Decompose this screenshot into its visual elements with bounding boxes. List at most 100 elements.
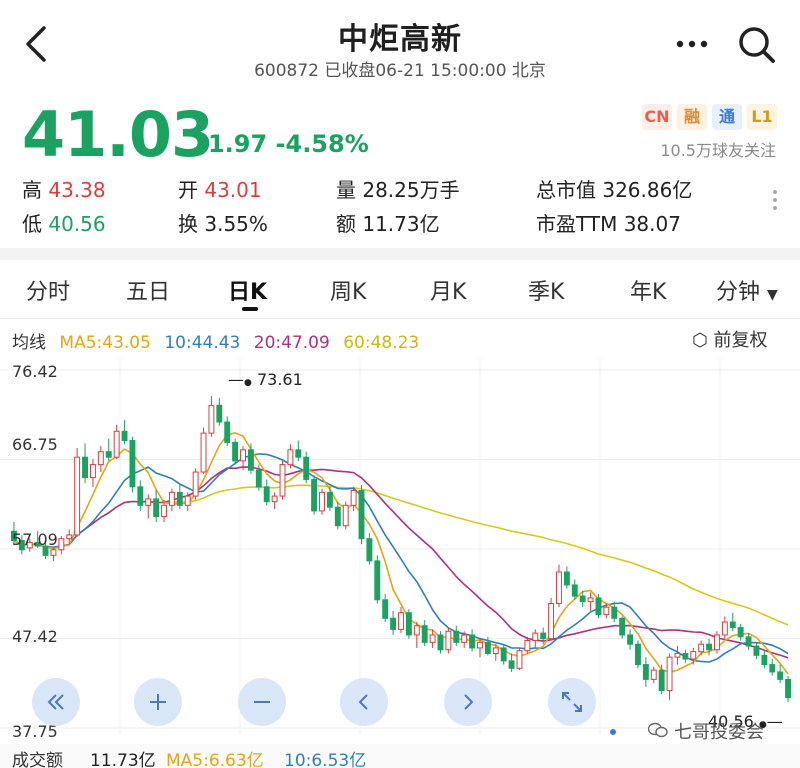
tab-minute[interactable]: 分钟 ▼ — [716, 274, 778, 306]
stat-low: 低 40.56 — [22, 208, 106, 237]
candle-body — [390, 617, 397, 630]
candle-body — [429, 634, 436, 643]
candle-body — [587, 597, 594, 603]
candle-body — [319, 491, 325, 512]
candle-body — [556, 571, 562, 604]
tab-yearly-k[interactable]: 年K — [630, 274, 666, 306]
tab-quarterly-k[interactable]: 季K — [528, 274, 564, 306]
candle-body — [737, 627, 744, 638]
last-price: 41.03 — [22, 98, 214, 171]
more-options-icon[interactable] — [670, 30, 714, 58]
active-tab-indicator — [242, 307, 258, 311]
volume-ma5: MA5:6.63亿 — [166, 751, 264, 768]
stat-low-label: 低 — [22, 212, 42, 236]
candle-body — [540, 632, 547, 640]
candle-body — [516, 650, 523, 669]
candle-body — [698, 643, 705, 653]
ma10-value: 10:44.43 — [164, 333, 241, 353]
candle-body — [105, 451, 112, 458]
price-change: -1.97 -4.58% — [198, 130, 369, 158]
candle-body — [500, 647, 507, 662]
zoom-in-button[interactable] — [134, 678, 182, 726]
candlestick-chart[interactable] — [0, 358, 800, 744]
tabs-separator — [0, 318, 800, 319]
candle-body — [74, 456, 81, 536]
tab-monthly-k[interactable]: 月K — [430, 274, 466, 306]
expand-stats-icon[interactable] — [770, 186, 780, 220]
top-bar: 中炬高新 600872 已收盘06-21 15:00:00 北京 — [0, 0, 800, 90]
plus-icon — [150, 694, 166, 710]
adjust-selector[interactable]: ⬡ 前复权 — [692, 326, 767, 352]
stat-high-label: 高 — [22, 178, 42, 202]
fullscreen-button[interactable] — [548, 678, 596, 726]
badge-margin[interactable]: 融 — [677, 104, 707, 130]
section-divider — [0, 248, 800, 260]
candle-body — [66, 534, 73, 540]
candle-body — [761, 654, 768, 666]
candle-body — [445, 630, 452, 651]
candle-body — [706, 643, 713, 651]
y-tick-4: 47.42 — [12, 627, 58, 646]
candle-body — [184, 495, 191, 506]
candle-body — [342, 504, 349, 527]
search-icon[interactable] — [734, 22, 778, 66]
stat-amount-value: 11.73亿 — [362, 212, 440, 236]
candle-body — [97, 451, 104, 466]
wechat-icon — [648, 722, 668, 738]
candle-body — [326, 491, 333, 508]
page-dot — [610, 729, 616, 735]
candle-body — [382, 599, 389, 619]
y-tick-2: 66.75 — [12, 435, 58, 454]
candle-body — [121, 430, 128, 442]
candle-body — [255, 469, 262, 488]
candle-body — [137, 486, 144, 506]
candle-body — [224, 421, 231, 443]
candle-body — [769, 664, 776, 673]
candle-body — [295, 449, 302, 458]
candle-body — [548, 602, 555, 640]
volume-value: 11.73亿 — [90, 751, 156, 768]
high-marker-label: —● 73.61 — [228, 370, 303, 389]
stat-open-label: 开 — [178, 178, 198, 202]
chevron-left-icon — [358, 694, 368, 710]
tab-intraday[interactable]: 分时 — [26, 274, 70, 306]
chart-grid — [0, 358, 800, 734]
candle-body — [113, 430, 120, 458]
badge-cn[interactable]: CN — [642, 104, 672, 130]
volume-ma10: 10:6.53亿 — [284, 751, 367, 768]
tab-daily-k[interactable]: 日K — [228, 274, 267, 306]
candle-body — [50, 549, 57, 556]
zoom-out-button[interactable] — [238, 678, 286, 726]
candle-body — [358, 490, 365, 540]
candle-body — [192, 471, 199, 497]
candle-body — [785, 678, 791, 699]
chevron-right-icon — [464, 694, 474, 710]
badge-l1[interactable]: L1 — [747, 104, 777, 130]
ma-label: 均线 — [12, 333, 46, 353]
stat-pe-value: 38.07 — [623, 212, 681, 236]
candle-body — [216, 404, 223, 423]
tab-five-day[interactable]: 五日 — [126, 274, 170, 306]
prev-button[interactable] — [340, 678, 388, 726]
candle-body — [682, 652, 689, 660]
candle-body — [690, 651, 697, 660]
candle-body — [595, 597, 602, 616]
volume-legend: 成交额 11.73亿 MA5:6.63亿 10:6.53亿 — [0, 744, 800, 768]
stat-turnover: 换 3.55% — [178, 208, 268, 237]
stat-turnover-label: 换 — [178, 212, 198, 236]
market-badges: CN 融 通 L1 — [642, 104, 777, 130]
candle-body — [350, 490, 357, 506]
stat-turnover-value: 3.55% — [204, 212, 268, 236]
ma60-value: 60:48.23 — [343, 333, 420, 353]
y-tick-3: 57.09 — [12, 530, 58, 549]
stat-volume: 量 28.25万手 — [336, 174, 460, 203]
candle-body — [287, 449, 294, 466]
tab-weekly-k[interactable]: 周K — [330, 274, 366, 306]
candle-body — [563, 571, 570, 586]
stock-code-status: 600872 已收盘06-21 15:00:00 北京 — [254, 61, 546, 81]
fast-rewind-button[interactable] — [32, 678, 80, 726]
followers-count[interactable]: 10.5万球友关注 — [600, 137, 776, 161]
next-button[interactable] — [444, 678, 492, 726]
candle-body — [200, 432, 207, 473]
badge-connect[interactable]: 通 — [712, 104, 742, 130]
